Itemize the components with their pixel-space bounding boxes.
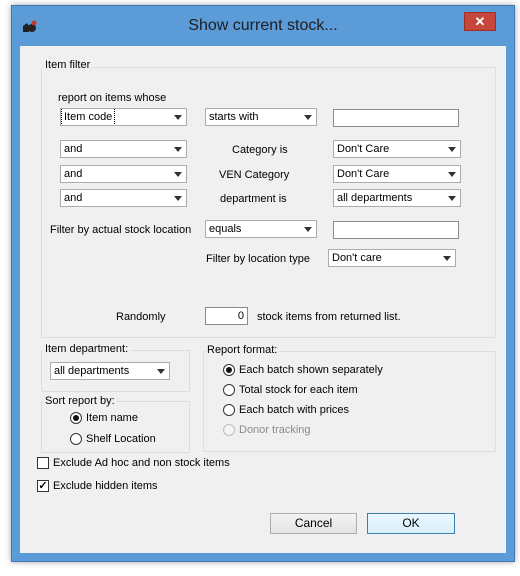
format-donor-tracking-radio bbox=[223, 424, 235, 436]
stock-location-label: Filter by actual stock location bbox=[50, 224, 192, 236]
format-total-stock-radio[interactable] bbox=[223, 384, 235, 396]
chevron-down-icon bbox=[174, 196, 182, 201]
location-value-input[interactable] bbox=[333, 221, 459, 239]
exclude-adhoc-label[interactable]: Exclude Ad hoc and non stock items bbox=[53, 457, 230, 469]
chevron-down-icon bbox=[304, 227, 312, 232]
window-title: Show current stock... bbox=[188, 17, 338, 34]
sort-shelf-location-label[interactable]: Shelf Location bbox=[86, 433, 156, 445]
department-filter-select[interactable]: all departments bbox=[333, 189, 461, 207]
conj-select-ven[interactable]: and bbox=[60, 165, 187, 183]
category-label: Category is bbox=[232, 144, 288, 156]
chevron-down-icon bbox=[174, 115, 182, 120]
close-icon[interactable]: ✕ bbox=[464, 12, 496, 31]
field-select[interactable]: Item code bbox=[60, 108, 187, 126]
randomly-label: Randomly bbox=[116, 311, 166, 323]
format-each-batch-label[interactable]: Each batch shown separately bbox=[239, 364, 383, 376]
chevron-down-icon bbox=[448, 147, 456, 152]
chevron-down-icon bbox=[448, 196, 456, 201]
sort-item-name-radio[interactable] bbox=[70, 412, 82, 424]
item-filter-legend: Item filter bbox=[43, 59, 93, 71]
chevron-down-icon bbox=[448, 172, 456, 177]
sort-report-group bbox=[41, 401, 190, 453]
ok-button[interactable]: OK bbox=[367, 513, 455, 534]
department-label: department is bbox=[220, 193, 287, 205]
sort-item-name-label[interactable]: Item name bbox=[86, 412, 138, 424]
report-on-label: report on items whose bbox=[58, 92, 167, 104]
format-batch-prices-radio[interactable] bbox=[223, 404, 235, 416]
item-department-legend: Item department: bbox=[43, 343, 131, 355]
format-batch-prices-label[interactable]: Each batch with prices bbox=[239, 404, 349, 416]
chevron-down-icon bbox=[174, 172, 182, 177]
sort-report-legend: Sort report by: bbox=[43, 395, 117, 407]
format-donor-tracking-label: Donor tracking bbox=[239, 424, 311, 436]
location-operator-select[interactable]: equals bbox=[205, 220, 317, 238]
exclude-adhoc-checkbox[interactable] bbox=[37, 457, 49, 469]
ven-category-label: VEN Category bbox=[219, 169, 290, 181]
sort-shelf-location-radio[interactable] bbox=[70, 433, 82, 445]
dialog-window: Show current stock... ✕ Item filter repo… bbox=[11, 5, 515, 562]
title-bar[interactable]: Show current stock... ✕ bbox=[12, 6, 514, 46]
item-department-select[interactable]: all departments bbox=[50, 362, 170, 380]
chevron-down-icon bbox=[304, 115, 312, 120]
random-suffix-label: stock items from returned list. bbox=[257, 311, 401, 323]
filter-value-input[interactable] bbox=[333, 109, 459, 127]
report-format-legend: Report format: bbox=[205, 344, 280, 356]
ven-category-select[interactable]: Don't Care bbox=[333, 165, 461, 183]
format-each-batch-radio[interactable] bbox=[223, 364, 235, 376]
conj-select-department[interactable]: and bbox=[60, 189, 187, 207]
dialog-body: Item filter report on items whose Item c… bbox=[20, 46, 506, 553]
category-select[interactable]: Don't Care bbox=[333, 140, 461, 158]
format-total-stock-label[interactable]: Total stock for each item bbox=[239, 384, 358, 396]
chevron-down-icon bbox=[174, 147, 182, 152]
cancel-button[interactable]: Cancel bbox=[270, 513, 357, 534]
location-type-label: Filter by location type bbox=[206, 253, 310, 265]
random-count-input[interactable]: 0 bbox=[205, 307, 248, 325]
chevron-down-icon bbox=[443, 256, 451, 261]
location-type-select[interactable]: Don't care bbox=[328, 249, 456, 267]
operator-select[interactable]: starts with bbox=[205, 108, 317, 126]
conj-select-category[interactable]: and bbox=[60, 140, 187, 158]
exclude-hidden-checkbox[interactable]: ✓ bbox=[37, 480, 49, 492]
exclude-hidden-label[interactable]: Exclude hidden items bbox=[53, 480, 158, 492]
chevron-down-icon bbox=[157, 369, 165, 374]
